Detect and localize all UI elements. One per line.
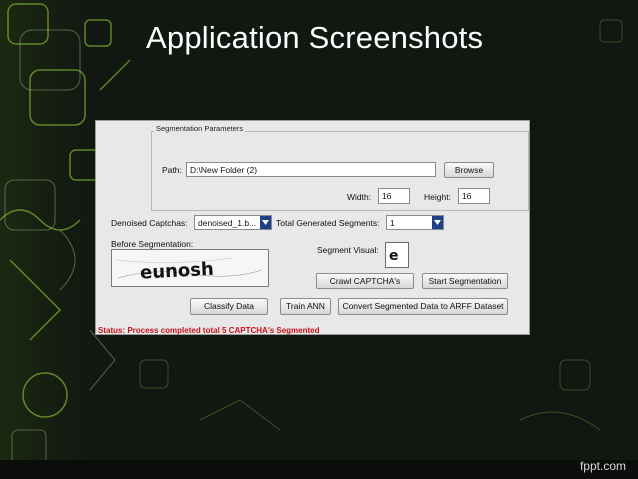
width-label: Width: (347, 192, 372, 202)
start-segmentation-button[interactable]: Start Segmentation (422, 273, 508, 289)
captcha-image: eunosh (111, 249, 269, 287)
denoised-captchas-select[interactable]: denoised_1.b... (194, 215, 272, 230)
crawl-captchas-button[interactable]: Crawl CAPTCHA's (316, 273, 414, 289)
convert-arff-button[interactable]: Convert Segmented Data to ARFF Dataset (338, 298, 508, 315)
segment-artwork: e (389, 248, 399, 264)
denoised-captchas-value: denoised_1.b... (198, 218, 257, 228)
total-segments-value: 1 (390, 218, 395, 228)
app-window: Segmentation Parameters Path: D:\New Fol… (95, 120, 530, 335)
path-label: Path: (162, 165, 182, 175)
chevron-down-icon[interactable] (432, 216, 443, 229)
segment-glyph: e (389, 248, 399, 264)
classify-data-button[interactable]: Classify Data (190, 298, 268, 315)
denoised-captchas-label: Denoised Captchas: (111, 218, 188, 228)
width-field[interactable]: 16 (378, 188, 410, 204)
train-ann-button[interactable]: Train ANN (280, 298, 331, 315)
height-label: Height: (424, 192, 451, 202)
group-border (236, 131, 528, 132)
before-segmentation-label: Before Segmentation: (111, 239, 194, 249)
watermark: fppt.com (579, 459, 626, 473)
path-field[interactable]: D:\New Folder (2) (186, 162, 436, 177)
total-generated-segments-label: Total Generated Segments: (276, 218, 380, 228)
segment-visual-label: Segment Visual: (317, 245, 379, 255)
browse-button[interactable]: Browse (444, 162, 494, 178)
chevron-down-icon[interactable] (260, 216, 271, 229)
segment-visual-image: e (385, 242, 409, 268)
slide-title: Application Screenshots (146, 20, 484, 55)
height-field[interactable]: 16 (458, 188, 490, 204)
group-title: Segmentation Parameters (154, 124, 246, 133)
captcha-text: eunosh (140, 259, 215, 284)
segmentation-parameters-group: Segmentation Parameters Path: D:\New Fol… (151, 124, 529, 211)
captcha-artwork: eunosh (115, 257, 263, 284)
status-text: Status: Process completed total 5 CAPTCH… (98, 326, 320, 335)
total-segments-select[interactable]: 1 (386, 215, 444, 230)
